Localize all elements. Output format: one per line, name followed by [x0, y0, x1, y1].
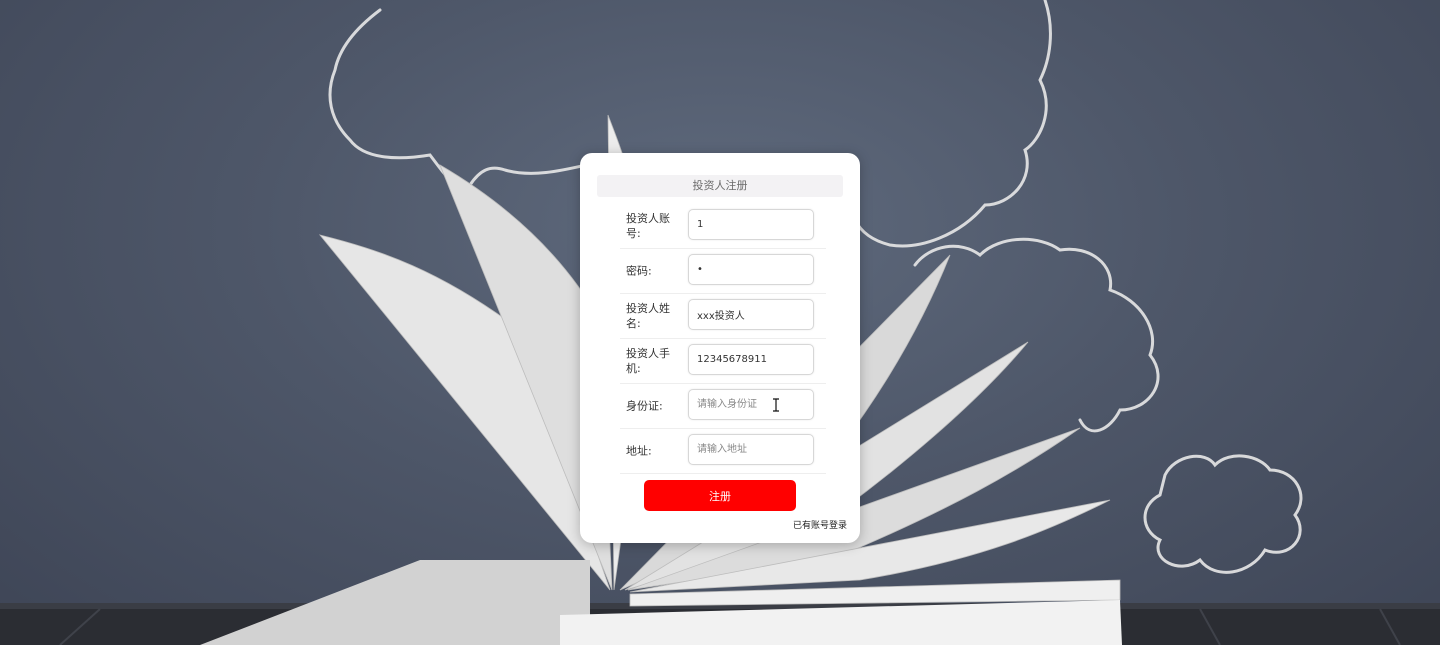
password-label: 密码:	[626, 264, 652, 277]
name-input[interactable]	[688, 299, 814, 330]
register-button[interactable]: 注册	[644, 480, 796, 511]
form-title: 投资人注册	[597, 175, 843, 197]
address-input[interactable]	[688, 434, 814, 465]
chalk-cloud-small	[1143, 454, 1303, 574]
id-card-label: 身份证:	[626, 399, 663, 412]
register-card: 投资人注册 投资人账号: 密码: 投资人姓名: 投资人手机: 身份证: 地址: …	[580, 153, 860, 543]
name-label: 投资人姓名:	[626, 301, 670, 330]
text-cursor-icon	[773, 398, 779, 412]
address-label: 地址:	[626, 444, 652, 457]
id-card-input[interactable]	[688, 389, 814, 420]
account-input[interactable]	[688, 209, 814, 240]
chalk-cloud-large	[328, 8, 612, 188]
phone-label: 投资人手机:	[626, 346, 670, 375]
form-row-password: 密码:	[620, 248, 826, 294]
phone-input[interactable]	[688, 344, 814, 375]
form-row-phone: 投资人手机:	[620, 338, 826, 384]
password-input[interactable]	[688, 254, 814, 285]
login-link[interactable]: 已有账号登录	[793, 518, 847, 531]
form-row-account: 投资人账号:	[620, 203, 826, 249]
form-row-name: 投资人姓名:	[620, 293, 826, 339]
form-row-id-card: 身份证:	[620, 383, 826, 429]
form-row-address: 地址:	[620, 428, 826, 474]
account-label: 投资人账号:	[626, 211, 670, 240]
